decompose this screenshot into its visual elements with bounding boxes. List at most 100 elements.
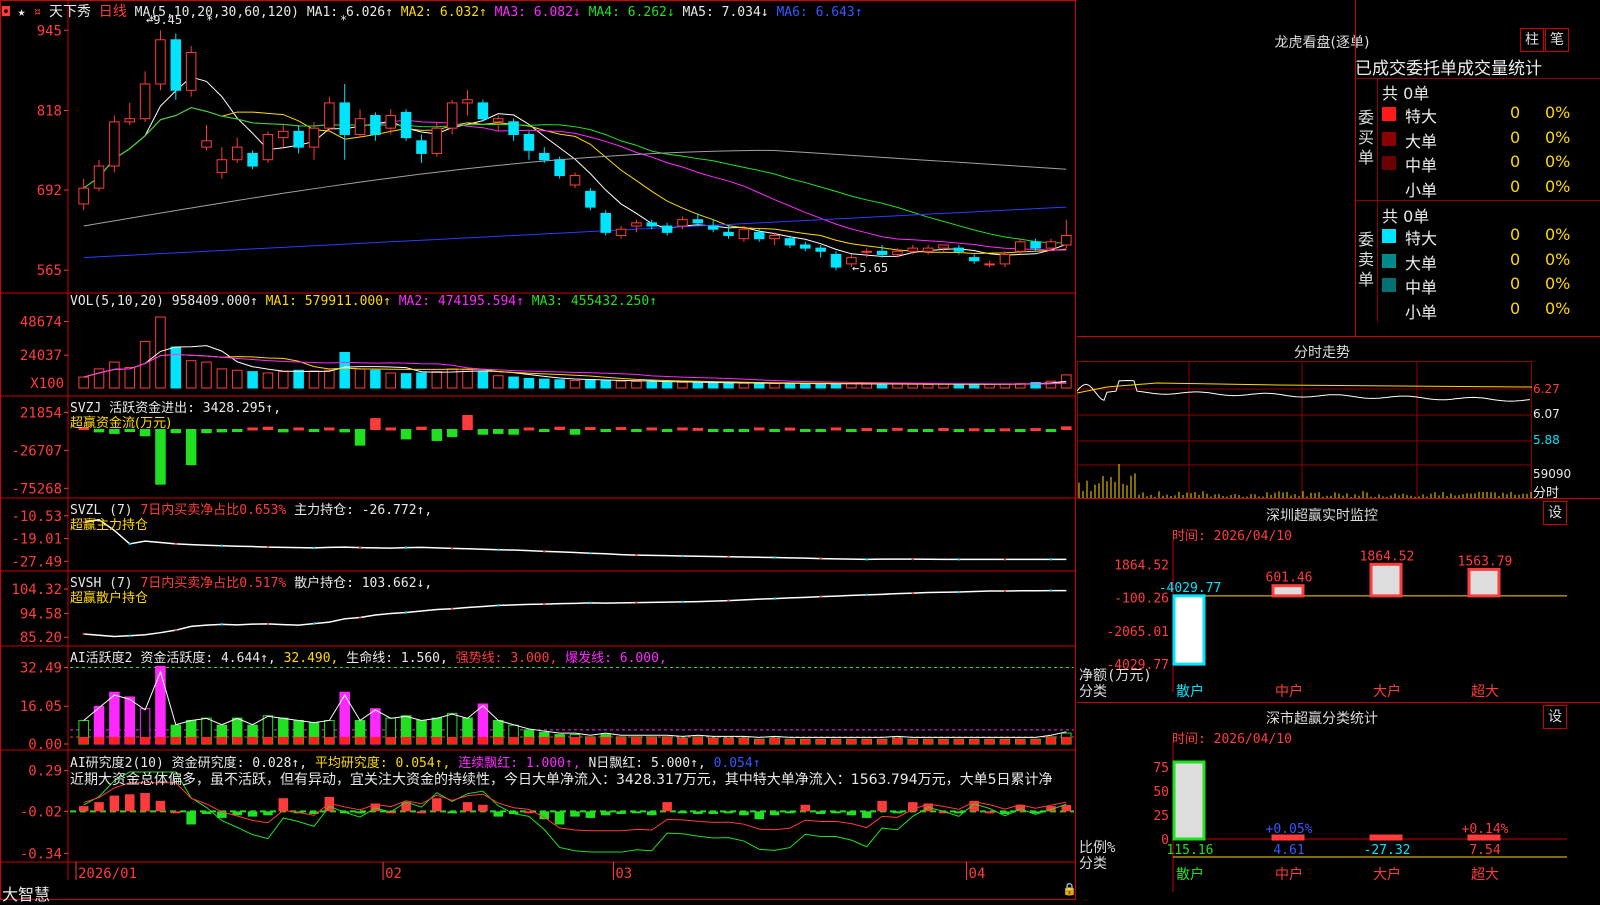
svzl-point	[405, 546, 407, 548]
ai1-tick-label: 16.05	[20, 699, 62, 715]
ma2-value: MA2: 6.032↑	[401, 5, 487, 20]
ai2-bar	[463, 802, 473, 811]
classify-bottom-value: 4.61	[1273, 843, 1304, 858]
ai1-base-bar	[969, 739, 979, 744]
ai1-base-bar	[678, 738, 688, 744]
ai1-base-bar	[708, 738, 718, 744]
ai2-bar	[877, 801, 887, 812]
candle-body	[1031, 242, 1041, 248]
candle-body	[325, 103, 335, 128]
svzj-bar	[632, 430, 642, 432]
candle-body	[862, 251, 872, 252]
candle-body	[816, 248, 826, 251]
ai1-base-bar	[1016, 739, 1026, 744]
svzj-bar	[847, 430, 857, 432]
ai1-base-bar	[401, 737, 411, 744]
volume-bar	[325, 370, 335, 388]
ai2-bar	[110, 796, 120, 812]
price-tick-label: 818	[37, 103, 62, 119]
svsh-point	[497, 604, 499, 606]
ai1-base-bar	[540, 737, 550, 744]
ai2-bar	[248, 811, 258, 816]
x-tick-label: 2026/01	[78, 866, 137, 882]
ma4-value: MA4: 6.262↓	[589, 5, 675, 20]
monitor-bar	[1371, 564, 1401, 596]
volume-ma-line	[84, 346, 1067, 385]
svzj-bar	[785, 428, 795, 430]
category-swatch	[1382, 254, 1396, 268]
category-swatch	[1382, 229, 1396, 243]
svzj-bar	[831, 428, 841, 430]
ai1-base-bar	[171, 737, 181, 744]
volume-bar	[340, 353, 350, 389]
volume-bar	[110, 362, 120, 388]
volume-bar	[708, 383, 718, 388]
intraday-price-high: 6.27	[1533, 382, 1560, 396]
svzj-bar	[463, 415, 473, 429]
svzj-bar	[325, 428, 335, 430]
svsh-point	[727, 599, 729, 601]
ai2-bar	[156, 801, 166, 812]
ai2-bar	[724, 811, 734, 813]
orderbook-row-percent: 0%	[1545, 250, 1570, 269]
ai1-base-bar	[632, 737, 642, 744]
candle-body	[754, 232, 764, 238]
monitor-ylabel: 净额(万元)	[1079, 668, 1152, 684]
volume-bar	[616, 381, 626, 388]
ai2-bar	[478, 805, 488, 812]
candle-body	[509, 122, 519, 135]
lock-icon[interactable]: 🔒	[1062, 882, 1077, 896]
ai2-bar	[279, 798, 289, 811]
ai1-base-bar	[555, 737, 565, 744]
brand-logo: 大智慧	[2, 881, 50, 905]
stock-name[interactable]: 天下秀	[49, 4, 91, 20]
category-swatch	[1382, 132, 1396, 146]
bar-mode-button[interactable]: 柱	[1520, 28, 1544, 52]
ai1-base-bar	[1031, 739, 1041, 744]
svsh-point	[958, 591, 960, 593]
orderbook-divider	[1355, 0, 1356, 336]
ai2-bar	[94, 802, 104, 811]
intraday-title: 分时走势	[1077, 342, 1567, 362]
svsh-point	[451, 608, 453, 610]
monitor-chart[interactable]: 1864.52-100.26-2065.01-4029.77-4029.7760…	[1077, 500, 1600, 700]
candle-body	[217, 160, 227, 173]
ai2-bar	[140, 793, 150, 811]
svzj-subtitle: 超赢资金流(万元)	[70, 412, 171, 431]
period-label[interactable]: 日线	[99, 4, 127, 20]
volume-bar	[678, 382, 688, 388]
volume-tick-label: 48674	[20, 315, 62, 331]
window-icon[interactable]: ◘	[2, 5, 10, 20]
ai2-bar	[171, 811, 181, 813]
ai1-base-bar	[94, 737, 104, 744]
sell-orders-section	[1355, 200, 1600, 201]
volume-bar	[371, 370, 381, 388]
orderbook-row-percent: 0%	[1545, 274, 1570, 293]
svzj-bar	[279, 430, 289, 432]
svzl-point	[451, 547, 453, 549]
ai2-bar	[801, 805, 811, 812]
ai2-bar	[417, 811, 427, 813]
sell-total: 共 0单	[1382, 203, 1429, 227]
svzj-bar	[186, 430, 196, 465]
ma6-line	[84, 207, 1067, 258]
svsh-point	[773, 597, 775, 599]
classify-chart[interactable]: 7550250115.16散户+0.05%4.61中户-27.32大户+0.14…	[1077, 702, 1600, 900]
ai1-tick-label: 32.49	[20, 661, 62, 677]
intraday-price-low: 5.88	[1533, 433, 1560, 447]
candle-body	[386, 116, 396, 129]
svsh-point	[359, 616, 361, 618]
ai2-tick-label: -0.02	[20, 804, 62, 820]
volume-bar	[386, 373, 396, 388]
candle-body	[417, 141, 427, 154]
ai1-base-bar	[202, 737, 212, 744]
volume-bar	[862, 384, 872, 388]
ai1-base-bar	[893, 738, 903, 744]
candle-body	[279, 131, 289, 137]
volume-bar	[724, 383, 734, 388]
orderbook-row-count: 0	[1510, 299, 1520, 318]
tick-mode-button[interactable]: 笔	[1545, 28, 1569, 52]
orderbook-row-count: 0	[1510, 177, 1520, 196]
ai1-base-bar	[156, 737, 166, 744]
svzj-bar	[294, 428, 304, 430]
